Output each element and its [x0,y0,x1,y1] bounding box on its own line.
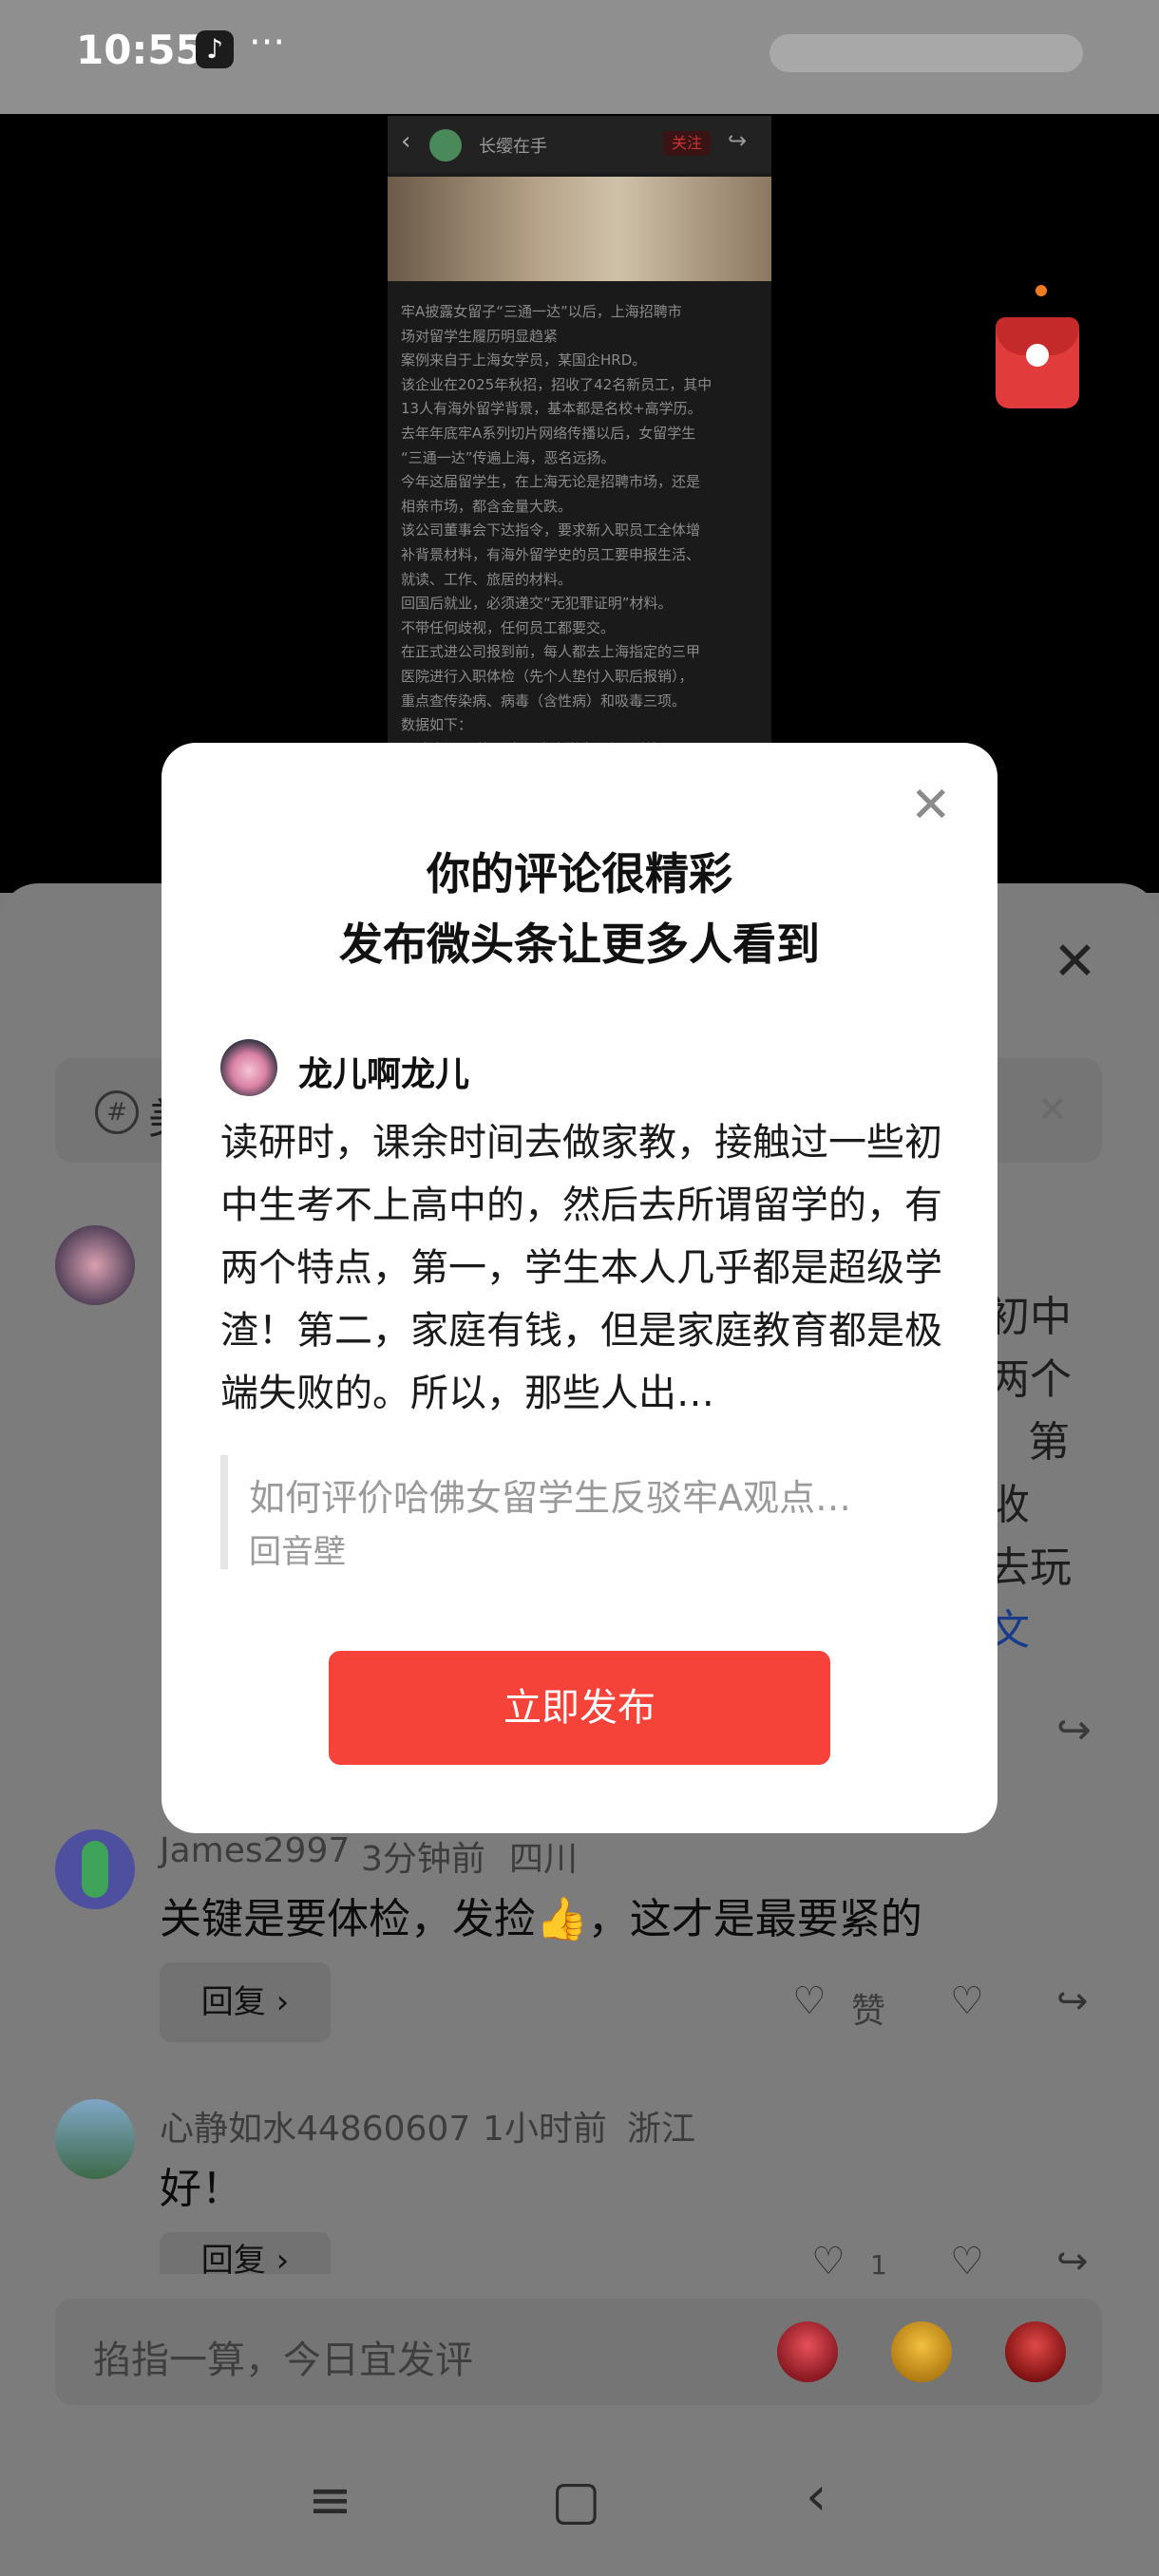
comment-input-placeholder: 掐指一算，今日宜发评 [93,2339,473,2382]
share-icon[interactable]: ↪ [1056,2240,1089,2274]
like-icon[interactable]: ♡ [792,1979,826,2023]
comment-text-fragment: 去玩 [988,1544,1072,1592]
comment-region: 浙江 [627,2110,696,2149]
angry-emoji-icon[interactable] [1005,2321,1066,2382]
comment-region: 四川 [509,1840,579,1879]
notification-dot [1036,285,1047,296]
back-icon: ‹ [401,127,411,156]
more-notifications-icon: ··· [249,21,286,65]
reply-button[interactable]: 回复 › [160,2232,331,2274]
article-text: 牢A披露女留子“三通一达”以后，上海招聘市 场对留学生履历明显趋紧 案例来自于上… [401,303,712,758]
hashtag-icon: # [95,1090,139,1134]
tiktok-icon: ♪ [196,30,234,68]
menu-icon[interactable]: ≡ [308,2470,352,2531]
back-icon[interactable]: ‹ [806,2466,826,2528]
dialog-title: 你的评论很精彩 [427,848,732,900]
comment-username[interactable]: 心静如水44860607 [160,2101,470,2150]
topic-close-icon[interactable]: ✕ [1037,1089,1068,1130]
comment-text: 关键是要体检，发捡👍，这才是最要紧的 [160,1895,922,1943]
share-icon: ↪ [728,127,748,154]
like-icon[interactable]: ♡ [811,2240,846,2274]
comment-text-fragment: 两个 [988,1355,1072,1404]
quote-source: 回音壁 [249,1533,346,1571]
publish-button[interactable]: 立即发布 [329,1651,830,1765]
red-envelope-coin [1026,344,1049,367]
quote-bar [220,1455,228,1569]
dislike-icon[interactable]: ♡ [950,1979,984,2023]
comment-text: 好！ [160,2165,243,2213]
close-icon[interactable]: ✕ [1053,931,1097,993]
status-icons-blurred [770,34,1083,72]
close-icon[interactable]: ✕ [910,777,952,834]
article-photo [388,177,771,281]
author-name: 长缨在手 [479,137,547,157]
avatar[interactable] [55,2099,135,2179]
comment-text-fragment: 第 [1028,1418,1070,1467]
user-name: 龙儿啊龙儿 [298,1055,470,1094]
quote-title: 如何评价哈佛女留学生反驳牢A观点… [249,1477,851,1519]
comment-time: 1小时前 [483,2110,607,2149]
laughing-emoji-icon[interactable] [891,2321,952,2382]
share-icon[interactable]: ↪ [1056,1706,1092,1754]
dialog-subtitle: 发布微头条让更多人看到 [339,919,820,970]
comment-text-fragment: 初中 [988,1293,1072,1341]
comment-time: 3分钟前 [361,1840,485,1879]
reply-button[interactable]: 回复 › [160,1962,331,2042]
comment-body: 读研时，课余时间去做家教，接触过一些初中生考不上高中的，然后去所谓留学的，有两个… [220,1121,942,1415]
status-time: 10:55 [76,27,203,73]
rose-emoji-icon[interactable] [777,2321,838,2382]
avatar[interactable] [55,1225,135,1305]
share-icon[interactable]: ↪ [1056,1979,1089,2023]
like-label[interactable]: 赞 [851,1983,885,2033]
like-count: 1 [870,2249,887,2281]
avatar [220,1039,277,1096]
author-avatar [429,129,462,161]
home-icon[interactable]: ▢ [551,2470,601,2531]
follow-button: 关注 [663,131,711,156]
dislike-icon[interactable]: ♡ [950,2240,984,2274]
comment-username[interactable]: James2997 [160,1831,350,1870]
cactus-avatar-icon [82,1841,108,1898]
